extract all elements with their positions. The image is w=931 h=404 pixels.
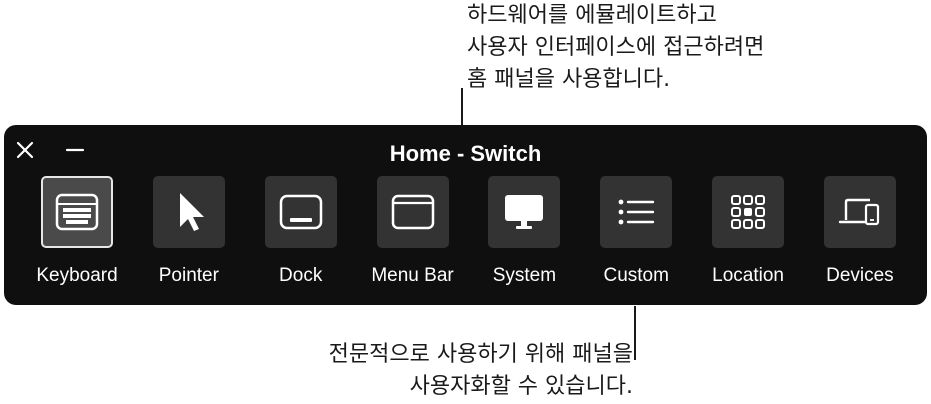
menu-bar-item[interactable]: Menu Bar (358, 176, 468, 296)
system-tile[interactable] (488, 176, 561, 248)
bottom-callout-line-1: 전문적으로 사용하기 위해 패널을 (328, 342, 633, 367)
devices-label: Devices (826, 265, 894, 286)
pointer-label: Pointer (158, 265, 219, 286)
bottom-callout: 전문적으로 사용하기 위해 패널을 사용자화할 수 있습니다. (329, 339, 633, 403)
keyboard-icon (55, 193, 99, 231)
location-tile[interactable] (712, 176, 785, 248)
top-callout-line-1: 하드웨어를 에뮬레이트하고 (467, 3, 717, 28)
system-icon (505, 195, 544, 229)
devices-item[interactable]: Devices (805, 176, 915, 296)
custom-icon (618, 199, 655, 225)
custom-label: Custom (603, 265, 669, 286)
keyboard-label: Keyboard (36, 265, 118, 286)
top-callout-line-3: 홈 패널을 사용합니다. (467, 67, 671, 92)
custom-tile[interactable] (600, 176, 673, 248)
pointer-item[interactable]: Pointer (134, 176, 244, 296)
panel-items: Keyboard Pointer Dock Menu Bar System Cu… (22, 176, 915, 296)
devices-tile[interactable] (823, 176, 896, 248)
system-item[interactable]: System (469, 176, 579, 296)
location-item[interactable]: Location (693, 176, 803, 296)
pointer-icon (179, 193, 204, 231)
location-icon (731, 195, 766, 229)
panel-title: Home - Switch (389, 141, 542, 166)
top-callout-line-2: 사용자 인터페이스에 접근하려면 (467, 35, 765, 60)
bottom-callout-leader-line (634, 306, 636, 360)
home-switch-panel: Home - Switch Keyboard Pointer Dock Menu… (4, 125, 927, 305)
top-callout: 하드웨어를 에뮬레이트하고 사용자 인터페이스에 접근하려면 홈 패널을 사용합… (467, 0, 764, 96)
dock-item[interactable]: Dock (246, 176, 356, 296)
location-label: Location (712, 265, 784, 286)
dock-icon (279, 194, 322, 230)
top-callout-leader-line (461, 88, 463, 126)
menu-bar-icon (391, 194, 434, 230)
dock-label: Dock (279, 265, 323, 286)
bottom-callout-line-2: 사용자화할 수 있습니다. (409, 374, 633, 399)
keyboard-item[interactable]: Keyboard (22, 176, 132, 296)
system-label: System (492, 265, 557, 286)
pointer-tile[interactable] (152, 176, 225, 248)
custom-item[interactable]: Custom (581, 176, 691, 296)
dock-tile[interactable] (264, 176, 337, 248)
devices-icon (838, 198, 880, 226)
menu-bar-tile[interactable] (376, 176, 449, 248)
menu-bar-label: Menu Bar (371, 265, 454, 286)
keyboard-tile[interactable] (41, 176, 113, 248)
